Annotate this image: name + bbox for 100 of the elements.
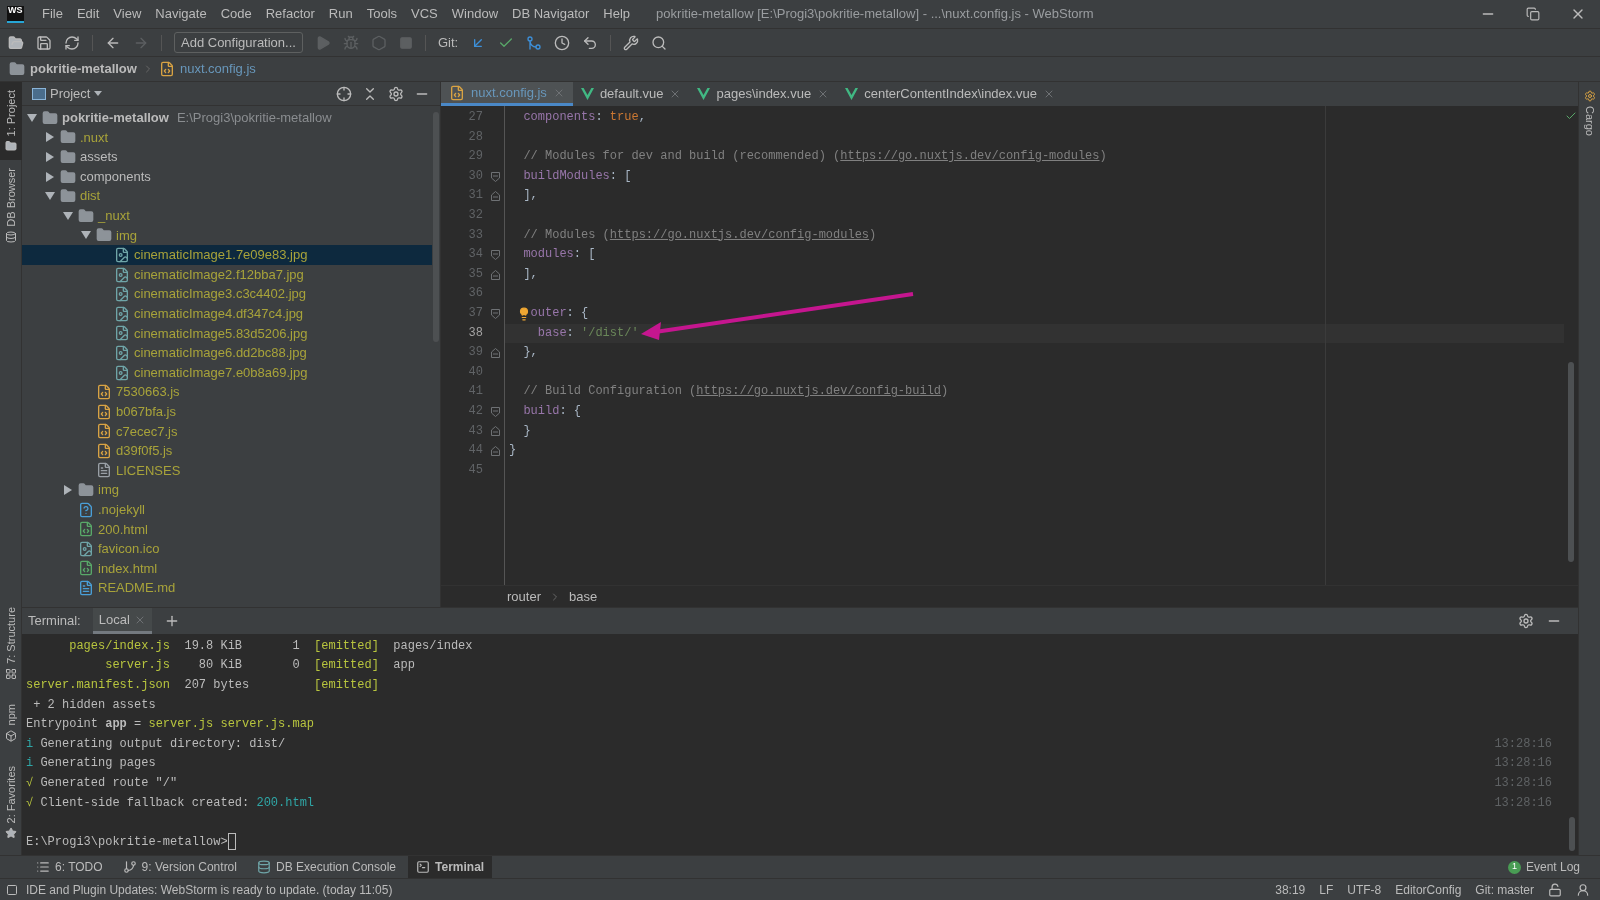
tree-item[interactable]: LICENSES — [22, 460, 432, 481]
tool-window-tab[interactable]: Cargo — [1579, 82, 1600, 144]
rollback-icon[interactable] — [582, 34, 599, 51]
menu-item[interactable]: View — [107, 4, 148, 24]
editor-tab[interactable]: pages\index.vue — [689, 82, 838, 106]
event-log-button[interactable]: 1 Event Log — [1507, 858, 1580, 876]
fold-end-icon[interactable] — [491, 426, 500, 437]
tree-item[interactable]: 200.html — [22, 519, 432, 540]
tool-window-tab[interactable]: 7: Structure — [0, 599, 22, 689]
tree-item[interactable]: cinematicImage3.c3c4402.jpg — [22, 284, 432, 304]
window-title: pokritie-metallow [E:\Progi3\pokritie-metallow] - ...\nuxt.config.js - WebStorm — [656, 5, 1094, 24]
expand-arrow-icon[interactable] — [45, 152, 55, 162]
inspector-icon[interactable] — [1576, 882, 1590, 897]
nav-file[interactable]: nuxt.config.js — [179, 59, 256, 79]
tool-window-tab[interactable]: 1: Project — [0, 82, 22, 161]
tool-window-tab[interactable]: DB Browser — [0, 160, 22, 252]
menu-item[interactable]: Help — [597, 4, 637, 24]
git-branch[interactable]: Git: master — [1475, 880, 1534, 899]
fold-start-icon[interactable] — [491, 406, 500, 417]
tree-item[interactable]: components — [22, 166, 432, 187]
fold-end-icon[interactable] — [491, 191, 500, 202]
settings-icon[interactable] — [1518, 613, 1534, 629]
tree-item[interactable]: c7ecec7.js — [22, 421, 432, 442]
nav-project[interactable]: pokritie-metallow — [30, 59, 137, 79]
expand-arrow-icon[interactable] — [45, 171, 55, 182]
menu-item[interactable]: File — [36, 4, 69, 24]
caret-position[interactable]: 38:19 — [1275, 880, 1306, 899]
line-separator[interactable]: LF — [1319, 880, 1334, 899]
tool-window-button[interactable]: 9: Version Control — [114, 855, 245, 879]
fold-start-icon[interactable] — [491, 308, 500, 319]
tree-item[interactable]: pokritie-metallow E:\Progi3\pokritie-metallow — [22, 108, 432, 128]
fold-end-icon[interactable] — [491, 269, 500, 280]
tool-window-button[interactable]: Terminal — [408, 855, 493, 879]
tree-item[interactable]: cinematicImage2.f12bba7.jpg — [22, 264, 432, 285]
menu-item[interactable]: Code — [214, 4, 258, 24]
tree-item[interactable]: dist — [22, 186, 432, 206]
tree-item[interactable]: cinematicImage5.83d5206.jpg — [22, 323, 432, 344]
open-icon[interactable] — [8, 34, 24, 51]
tree-item[interactable]: d39f0f5.js — [22, 441, 432, 461]
tree-item[interactable]: favicon.ico — [22, 539, 432, 559]
editor-tab[interactable]: centerContentIndex\index.vue — [837, 82, 1063, 106]
tree-item[interactable]: cinematicImage6.dd2bc88.jpg — [22, 343, 432, 363]
wrench-icon[interactable] — [623, 34, 640, 51]
tree-item[interactable]: cinematicImage7.e0b8a69.jpg — [22, 362, 432, 383]
history-icon[interactable] — [554, 34, 571, 51]
menu-item[interactable]: Run — [322, 4, 359, 24]
fold-end-icon[interactable] — [491, 347, 500, 358]
tree-item[interactable]: .nuxt — [22, 127, 432, 148]
save-icon[interactable] — [36, 34, 52, 51]
run-configuration-button[interactable]: Add Configuration... — [174, 32, 303, 53]
expand-arrow-icon[interactable] — [81, 230, 91, 241]
menu-item[interactable]: Window — [445, 4, 505, 24]
tree-item[interactable]: README.md — [22, 578, 432, 598]
tree-item[interactable]: 7530663.js — [22, 382, 432, 402]
tree-item[interactable]: img — [22, 225, 432, 246]
tool-window-button[interactable]: DB Execution Console — [248, 855, 405, 879]
menu-item[interactable]: Edit — [70, 4, 106, 24]
expand-arrow-icon[interactable] — [45, 132, 55, 143]
menu-item[interactable]: DB Navigator — [506, 4, 596, 24]
tree-item[interactable]: .nojekyll — [22, 499, 432, 520]
expand-arrow-icon[interactable] — [27, 112, 37, 123]
search-icon[interactable] — [651, 34, 668, 51]
restore-icon[interactable] — [1526, 7, 1540, 21]
settings-icon[interactable] — [388, 85, 404, 102]
line-number: 43 — [467, 422, 484, 440]
menu-item[interactable]: Tools — [360, 4, 404, 24]
locate-icon[interactable] — [336, 85, 352, 102]
file-encoding[interactable]: UTF-8 — [1347, 880, 1382, 899]
menu-item[interactable]: Refactor — [259, 4, 321, 24]
tree-item[interactable]: cinematicImage1.7e09e83.jpg — [22, 245, 432, 265]
breadcrumb[interactable]: router — [507, 586, 541, 607]
tree-item[interactable]: b067bfa.js — [22, 401, 432, 422]
fold-start-icon[interactable] — [491, 171, 500, 182]
fold-start-icon[interactable] — [491, 249, 500, 260]
tool-window-button[interactable]: 6: TODO — [28, 855, 111, 879]
sync-icon[interactable] — [64, 34, 80, 51]
editor-config[interactable]: EditorConfig — [1395, 880, 1462, 899]
tree-item[interactable]: index.html — [22, 558, 432, 579]
tree-item[interactable]: cinematicImage4.df347c4.jpg — [22, 303, 432, 324]
expand-arrow-icon[interactable] — [63, 485, 73, 496]
unlock-icon[interactable] — [1548, 882, 1562, 897]
tree-item[interactable]: assets — [22, 147, 432, 167]
scrollbar-thumb[interactable] — [1568, 362, 1574, 562]
scrollbar-thumb[interactable] — [1569, 817, 1575, 851]
terminal-tab[interactable]: Local — [92, 608, 152, 634]
tool-window-tab[interactable]: 2: Favorites — [0, 757, 22, 847]
tool-window-tab[interactable]: npm — [0, 696, 22, 750]
expand-arrow-icon[interactable] — [63, 210, 73, 221]
menu-item[interactable]: VCS — [405, 4, 444, 24]
panel-toggle-icon[interactable] — [6, 883, 18, 896]
editor-tab[interactable]: default.vue — [572, 82, 690, 106]
menu-item[interactable]: Navigate — [149, 4, 213, 24]
tree-item[interactable]: _nuxt — [22, 205, 432, 226]
breadcrumb[interactable]: base — [568, 586, 598, 607]
expand-arrow-icon[interactable] — [45, 191, 55, 202]
status-message[interactable]: IDE and Plugin Updates: WebStorm is ready to update. (today 11:05) — [26, 880, 393, 899]
view-selector[interactable]: Project — [32, 83, 103, 104]
scrollbar-thumb[interactable] — [433, 112, 439, 342]
fold-end-icon[interactable] — [491, 445, 500, 456]
tree-item[interactable]: img — [22, 480, 432, 500]
